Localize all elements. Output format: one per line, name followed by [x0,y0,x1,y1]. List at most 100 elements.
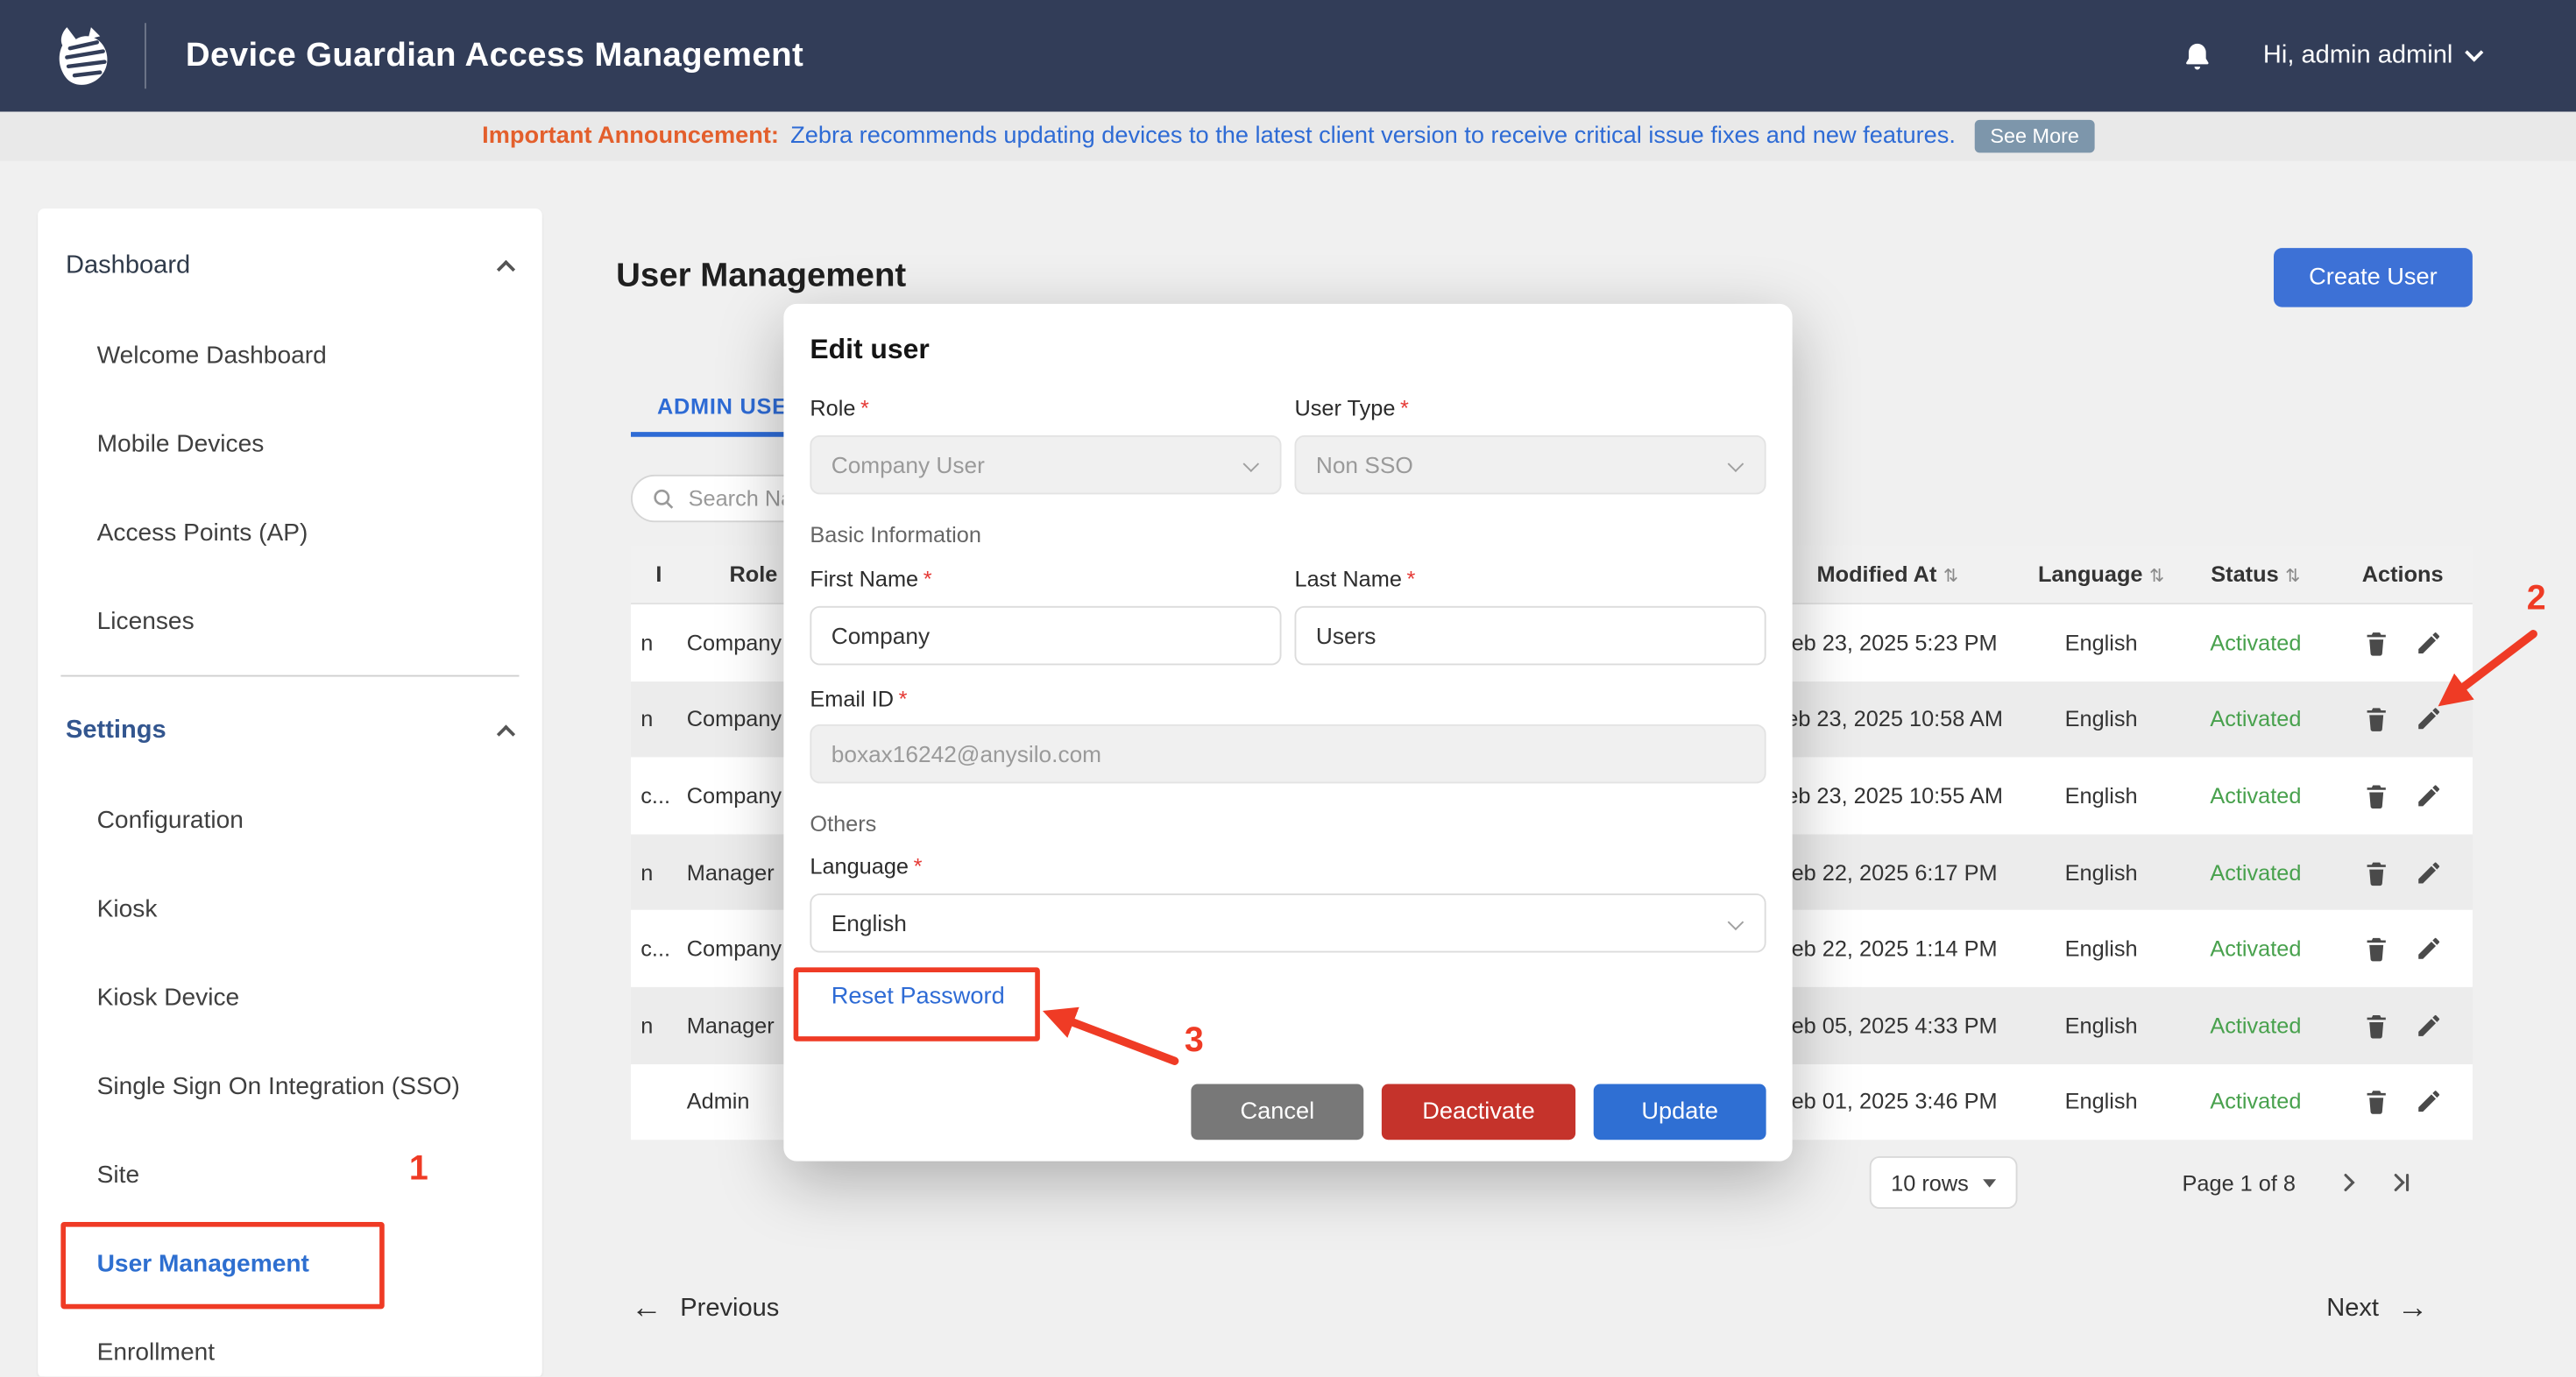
chevron-down-icon [2465,43,2483,61]
deactivate-button[interactable]: Deactivate [1382,1084,1575,1140]
rows-per-page-value: 10 rows [1891,1170,1969,1195]
sidebar-section-label: Settings [66,717,166,746]
arrow-left-icon: ← [631,1291,662,1327]
pagination-bar: 10 rows Page 1 of 8 [631,1153,2473,1212]
cell-id: n [631,707,687,731]
sidebar-item-access-points[interactable]: Access Points (AP) [38,488,542,576]
annotation-box-user-management [60,1222,384,1309]
zebra-logo [43,18,118,94]
sidebar-item-kiosk[interactable]: Kiosk [38,864,542,952]
cell-id: n [631,631,687,655]
delete-icon[interactable] [2362,781,2390,809]
email-field [810,724,1766,784]
status-badge: Activated [2178,936,2332,961]
cell-language: English [2024,936,2178,961]
cell-id: n [631,1013,687,1037]
column-header-id: I [631,561,687,586]
role-select: Company User [810,435,1281,495]
column-label: Language [2038,561,2143,586]
next-page-icon[interactable] [2335,1168,2365,1197]
sidebar-divider [60,675,519,677]
language-label: Language* [810,854,1766,879]
sidebar-item-welcome-dashboard[interactable]: Welcome Dashboard [38,310,542,399]
cell-actions [2333,935,2473,963]
status-badge: Activated [2178,783,2332,808]
chevron-up-icon [497,725,515,744]
cell-language: English [2024,1090,2178,1114]
chevron-down-icon [1728,455,1744,472]
update-button[interactable]: Update [1594,1084,1766,1140]
sidebar-item-licenses[interactable]: Licenses [38,576,542,665]
column-header-status[interactable]: Status ⇅ [2178,561,2332,586]
notification-bell-icon[interactable] [2179,39,2213,73]
arrow-right-icon: → [2397,1291,2429,1327]
role-value: Company User [832,452,985,478]
sort-icon: ⇅ [2285,567,2300,587]
cancel-button[interactable]: Cancel [1191,1084,1363,1140]
edit-icon[interactable] [2415,1088,2443,1116]
sidebar-section-label: Dashboard [66,251,190,281]
chevron-down-icon [1728,914,1744,931]
annotation-arrow-2 [2431,625,2550,720]
modal-title: Edit user [810,334,1766,367]
app-title: Device Guardian Access Management [186,36,803,75]
sidebar-item-kiosk-device[interactable]: Kiosk Device [38,953,542,1042]
status-badge: Activated [2178,707,2332,731]
zebra-head-icon [45,20,117,93]
next-button[interactable]: Next → [2326,1291,2428,1327]
page-title: User Management [616,257,906,296]
cell-language: English [2024,631,2178,655]
delete-icon[interactable] [2362,629,2390,657]
cell-id: n [631,860,687,885]
previous-label: Previous [680,1295,779,1324]
sidebar-item-mobile-devices[interactable]: Mobile Devices [38,399,542,488]
create-user-button[interactable]: Create User [2274,248,2473,307]
sort-icon: ⇅ [1943,567,1958,587]
sidebar-item-enrollment[interactable]: Enrollment [38,1308,542,1377]
edit-icon[interactable] [2415,1012,2443,1040]
status-badge: Activated [2178,1090,2332,1114]
sidebar-item-configuration[interactable]: Configuration [38,775,542,864]
last-page-icon[interactable] [2388,1168,2417,1197]
annotation-arrow-3 [1035,982,1200,1081]
user-type-label: User Type* [1295,396,1766,420]
cell-actions [2333,1012,2473,1040]
see-more-button[interactable]: See More [1975,120,2093,153]
first-name-field[interactable] [810,606,1281,666]
status-badge: Activated [2178,1013,2332,1037]
user-menu[interactable]: Hi, admin adminl [2263,41,2480,71]
last-name-field[interactable] [1295,606,1766,666]
rows-per-page-select[interactable]: 10 rows [1870,1156,2018,1209]
cell-actions [2333,781,2473,809]
column-label: Status [2211,561,2278,586]
required-marker: * [914,854,923,879]
language-select[interactable]: English [810,893,1766,953]
edit-icon[interactable] [2415,935,2443,963]
edit-icon[interactable] [2415,858,2443,886]
sidebar-section-settings[interactable]: Settings [38,687,542,775]
sidebar-section-dashboard[interactable]: Dashboard [38,222,542,310]
sidebar: Dashboard Welcome Dashboard Mobile Devic… [38,208,542,1377]
top-bar: Device Guardian Access Management Hi, ad… [0,0,2576,112]
required-marker: * [924,567,932,591]
delete-icon[interactable] [2362,705,2390,733]
status-badge: Activated [2178,860,2332,885]
user-greeting: Hi, admin adminl [2263,41,2452,71]
column-header-language[interactable]: Language⇅ [2024,561,2178,586]
sidebar-item-site[interactable]: Site [38,1130,542,1218]
user-type-select: Non SSO [1295,435,1766,495]
annotation-box-reset-password [794,967,1040,1041]
annotation-step-1-label: 1 [409,1150,428,1190]
delete-icon[interactable] [2362,1088,2390,1116]
sidebar-item-sso[interactable]: Single Sign On Integration (SSO) [38,1042,542,1130]
delete-icon[interactable] [2362,935,2390,963]
delete-icon[interactable] [2362,1012,2390,1040]
delete-icon[interactable] [2362,858,2390,886]
previous-button[interactable]: ← Previous [631,1291,779,1327]
edit-icon[interactable] [2415,781,2443,809]
email-label: Email ID* [810,687,1766,711]
cell-actions [2333,1088,2473,1116]
language-value: English [832,910,907,936]
cell-actions [2333,858,2473,886]
cell-language: English [2024,860,2178,885]
